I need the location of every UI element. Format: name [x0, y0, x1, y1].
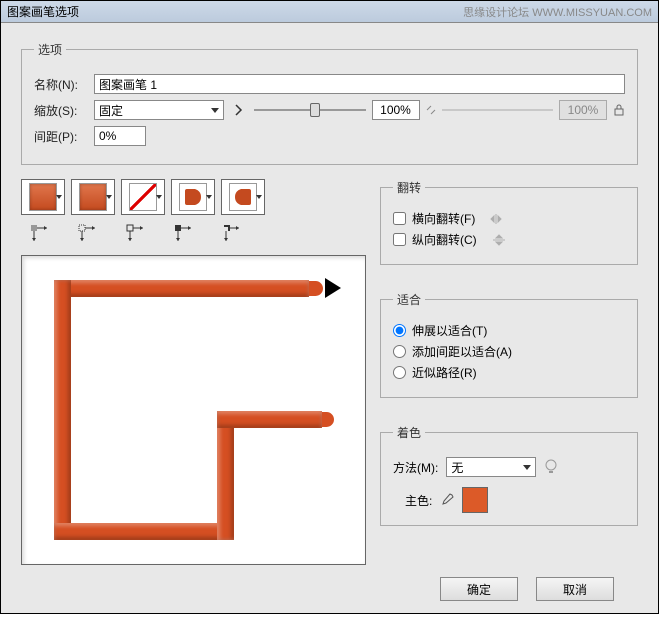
chevron-down-icon: [206, 195, 212, 199]
fit-approx-label: 近似路径(R): [412, 364, 477, 381]
flip-horizontal-icon: [489, 212, 505, 226]
spacing-input[interactable]: [94, 126, 146, 146]
corner-type-5-icon[interactable]: [221, 223, 241, 243]
tile-end[interactable]: [221, 179, 265, 215]
flip-vertical-label: 纵向翻转(C): [412, 231, 477, 248]
corner-type-3-icon[interactable]: [125, 223, 145, 243]
colorize-legend: 着色: [393, 424, 425, 441]
arrowhead-icon: [325, 278, 341, 298]
dialog-title: 图案画笔选项: [7, 3, 79, 20]
options-group: 选项 名称(N): 缩放(S): 固定 100% 100%: [21, 41, 638, 165]
chevron-down-icon: [156, 195, 162, 199]
tile-side[interactable]: [21, 179, 65, 215]
scale-mode-value: 固定: [99, 102, 123, 119]
separator-icon: [426, 105, 436, 115]
method-select[interactable]: 无: [446, 457, 536, 477]
key-color-swatch[interactable]: [462, 487, 488, 513]
brush-preview: [21, 255, 366, 565]
tile-outer-corner[interactable]: [71, 179, 115, 215]
scale-label: 缩放(S):: [34, 102, 94, 119]
tile-inner-corner[interactable]: [121, 179, 165, 215]
flip-horizontal-checkbox[interactable]: [393, 212, 406, 225]
colorize-group: 着色 方法(M): 无 主色:: [380, 424, 638, 526]
cancel-button[interactable]: 取消: [536, 577, 614, 601]
ok-button[interactable]: 确定: [440, 577, 518, 601]
spacing-label: 间距(P):: [34, 128, 94, 145]
fit-legend: 适合: [393, 291, 425, 308]
scale-slider-2: [442, 109, 554, 111]
corner-type-icons: [21, 223, 366, 243]
fit-approx-radio[interactable]: [393, 366, 406, 379]
name-input[interactable]: [94, 74, 625, 94]
tile-start[interactable]: [171, 179, 215, 215]
tip-bulb-icon[interactable]: [544, 459, 558, 475]
watermark: 思缘设计论坛 WWW.MISSYUAN.COM: [463, 4, 652, 20]
chevron-down-icon: [256, 195, 262, 199]
flip-vertical-icon: [491, 233, 507, 247]
key-color-label: 主色:: [405, 492, 432, 509]
options-legend: 选项: [34, 41, 66, 58]
corner-type-1-icon[interactable]: [29, 223, 49, 243]
pattern-brush-options-dialog: 图案画笔选项 思缘设计论坛 WWW.MISSYUAN.COM 选项 名称(N):…: [0, 0, 659, 614]
chevron-down-icon: [523, 465, 531, 470]
chevron-down-icon: [56, 195, 62, 199]
fit-addspace-radio[interactable]: [393, 345, 406, 358]
scale-value-box[interactable]: 100%: [372, 100, 420, 120]
fit-stretch-radio[interactable]: [393, 324, 406, 337]
flip-legend: 翻转: [393, 179, 425, 196]
scale-slider[interactable]: [254, 109, 366, 111]
corner-type-4-icon[interactable]: [173, 223, 193, 243]
link-left-icon[interactable]: [234, 103, 248, 117]
titlebar: 图案画笔选项 思缘设计论坛 WWW.MISSYUAN.COM: [1, 1, 658, 23]
slider-thumb[interactable]: [310, 103, 320, 117]
scale-value-box-disabled: 100%: [559, 100, 607, 120]
tile-selector-row: [21, 179, 366, 215]
fit-addspace-label: 添加间距以适合(A): [412, 343, 512, 360]
eyedropper-icon[interactable]: [440, 493, 454, 507]
chevron-down-icon: [211, 108, 219, 113]
flip-vertical-checkbox[interactable]: [393, 233, 406, 246]
scale-mode-select[interactable]: 固定: [94, 100, 224, 120]
method-value: 无: [451, 459, 463, 476]
flip-group: 翻转 横向翻转(F) 纵向翻转(C): [380, 179, 638, 265]
name-label: 名称(N):: [34, 76, 94, 93]
corner-type-2-icon[interactable]: [77, 223, 97, 243]
method-label: 方法(M):: [393, 459, 438, 476]
fit-group: 适合 伸展以适合(T) 添加间距以适合(A) 近似路径(R): [380, 291, 638, 398]
fit-stretch-label: 伸展以适合(T): [412, 322, 487, 339]
flip-horizontal-label: 横向翻转(F): [412, 210, 475, 227]
chevron-down-icon: [106, 195, 112, 199]
lock-icon[interactable]: [613, 104, 625, 116]
